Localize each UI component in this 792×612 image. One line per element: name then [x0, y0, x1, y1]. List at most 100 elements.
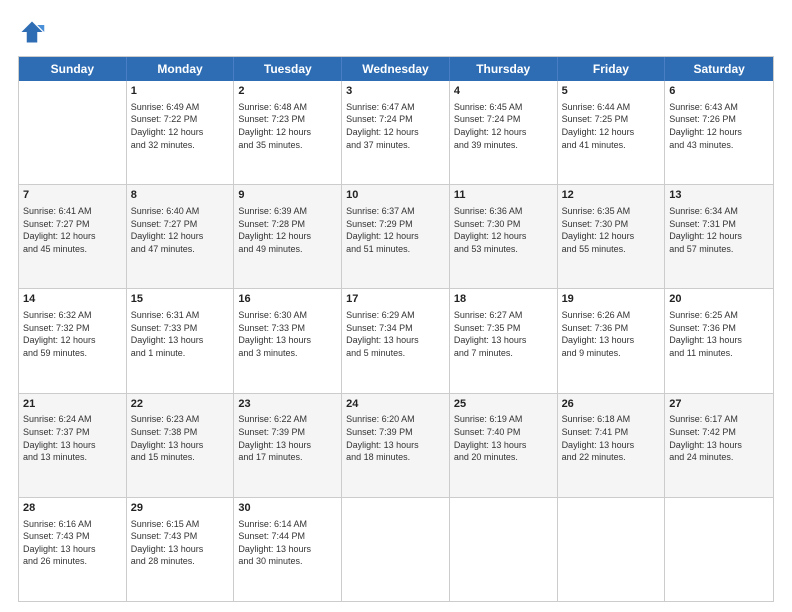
cell-info: Sunrise: 6:24 AM Sunset: 7:37 PM Dayligh…: [23, 413, 122, 463]
cal-cell-5: 5 Sunrise: 6:44 AM Sunset: 7:25 PM Daylig…: [558, 81, 666, 184]
header-cell-sunday: Sunday: [19, 57, 127, 81]
cal-cell-14: 14 Sunrise: 6:32 AM Sunset: 7:32 PM Dayli…: [19, 289, 127, 392]
calendar: SundayMondayTuesdayWednesdayThursdayFrid…: [18, 56, 774, 602]
header-cell-tuesday: Tuesday: [234, 57, 342, 81]
cal-cell-9: 9 Sunrise: 6:39 AM Sunset: 7:28 PM Daylig…: [234, 185, 342, 288]
cal-cell-12: 12 Sunrise: 6:35 AM Sunset: 7:30 PM Dayli…: [558, 185, 666, 288]
day-number: 29: [131, 501, 230, 516]
cell-info: Sunrise: 6:19 AM Sunset: 7:40 PM Dayligh…: [454, 413, 553, 463]
cal-cell-19: 19 Sunrise: 6:26 AM Sunset: 7:36 PM Dayli…: [558, 289, 666, 392]
cell-info: Sunrise: 6:48 AM Sunset: 7:23 PM Dayligh…: [238, 101, 337, 151]
day-number: 8: [131, 188, 230, 203]
header-cell-monday: Monday: [127, 57, 235, 81]
page: SundayMondayTuesdayWednesdayThursdayFrid…: [0, 0, 792, 612]
cal-cell-26: 26Sunrise: 6:18 AM Sunset: 7:41 PM Dayli…: [558, 394, 666, 497]
day-number: 26: [562, 397, 661, 412]
calendar-header-row: SundayMondayTuesdayWednesdayThursdayFrid…: [19, 57, 773, 81]
cell-info: Sunrise: 6:44 AM Sunset: 7:25 PM Dayligh…: [562, 101, 661, 151]
calendar-body: 1Sunrise: 6:49 AM Sunset: 7:22 PM Daylig…: [19, 81, 773, 601]
day-number: 4: [454, 84, 553, 99]
cal-cell-11: 11 Sunrise: 6:36 AM Sunset: 7:30 PM Dayli…: [450, 185, 558, 288]
cell-info: Sunrise: 6:31 AM Sunset: 7:33 PM Dayligh…: [131, 309, 230, 359]
cell-info: Sunrise: 6:39 AM Sunset: 7:28 PM Dayligh…: [238, 205, 337, 255]
day-number: 13: [669, 188, 769, 203]
logo-icon: [18, 18, 46, 46]
cell-info: Sunrise: 6:34 AM Sunset: 7:31 PM Dayligh…: [669, 205, 769, 255]
logo: [18, 18, 50, 46]
cell-info: Sunrise: 6:49 AM Sunset: 7:22 PM Dayligh…: [131, 101, 230, 151]
day-number: 6: [669, 84, 769, 99]
day-number: 12: [562, 188, 661, 203]
cal-cell-4: 4 Sunrise: 6:45 AM Sunset: 7:24 PM Daylig…: [450, 81, 558, 184]
cal-cell-17: 17 Sunrise: 6:29 AM Sunset: 7:34 PM Dayli…: [342, 289, 450, 392]
header-cell-thursday: Thursday: [450, 57, 558, 81]
cell-info: Sunrise: 6:22 AM Sunset: 7:39 PM Dayligh…: [238, 413, 337, 463]
day-number: 9: [238, 188, 337, 203]
day-number: 5: [562, 84, 661, 99]
day-number: 15: [131, 292, 230, 307]
cal-row-2: 14 Sunrise: 6:32 AM Sunset: 7:32 PM Dayli…: [19, 289, 773, 393]
day-number: 3: [346, 84, 445, 99]
day-number: 24: [346, 397, 445, 412]
day-number: 22: [131, 397, 230, 412]
cal-cell-10: 10Sunrise: 6:37 AM Sunset: 7:29 PM Dayli…: [342, 185, 450, 288]
day-number: 17: [346, 292, 445, 307]
cell-info: Sunrise: 6:20 AM Sunset: 7:39 PM Dayligh…: [346, 413, 445, 463]
cal-cell-25: 25Sunrise: 6:19 AM Sunset: 7:40 PM Dayli…: [450, 394, 558, 497]
cal-cell-2: 2 Sunrise: 6:48 AM Sunset: 7:23 PM Daylig…: [234, 81, 342, 184]
cal-cell-18: 18 Sunrise: 6:27 AM Sunset: 7:35 PM Dayli…: [450, 289, 558, 392]
cell-info: Sunrise: 6:16 AM Sunset: 7:43 PM Dayligh…: [23, 518, 122, 568]
cal-cell-28: 28Sunrise: 6:16 AM Sunset: 7:43 PM Dayli…: [19, 498, 127, 601]
cal-cell-empty-4-5: [558, 498, 666, 601]
cal-cell-empty-4-3: [342, 498, 450, 601]
day-number: 23: [238, 397, 337, 412]
day-number: 25: [454, 397, 553, 412]
cell-info: Sunrise: 6:40 AM Sunset: 7:27 PM Dayligh…: [131, 205, 230, 255]
cal-cell-empty-0-0: [19, 81, 127, 184]
day-number: 14: [23, 292, 122, 307]
cal-cell-3: 3 Sunrise: 6:47 AM Sunset: 7:24 PM Daylig…: [342, 81, 450, 184]
day-number: 16: [238, 292, 337, 307]
cal-row-1: 7 Sunrise: 6:41 AM Sunset: 7:27 PM Daylig…: [19, 185, 773, 289]
day-number: 27: [669, 397, 769, 412]
header-cell-saturday: Saturday: [665, 57, 773, 81]
header-cell-friday: Friday: [558, 57, 666, 81]
cal-cell-22: 22Sunrise: 6:23 AM Sunset: 7:38 PM Dayli…: [127, 394, 235, 497]
cell-info: Sunrise: 6:23 AM Sunset: 7:38 PM Dayligh…: [131, 413, 230, 463]
cal-cell-13: 13 Sunrise: 6:34 AM Sunset: 7:31 PM Dayli…: [665, 185, 773, 288]
day-number: 18: [454, 292, 553, 307]
cell-info: Sunrise: 6:15 AM Sunset: 7:43 PM Dayligh…: [131, 518, 230, 568]
day-number: 11: [454, 188, 553, 203]
cell-info: Sunrise: 6:29 AM Sunset: 7:34 PM Dayligh…: [346, 309, 445, 359]
cal-row-3: 21Sunrise: 6:24 AM Sunset: 7:37 PM Dayli…: [19, 394, 773, 498]
cell-info: Sunrise: 6:45 AM Sunset: 7:24 PM Dayligh…: [454, 101, 553, 151]
header-cell-wednesday: Wednesday: [342, 57, 450, 81]
cell-info: Sunrise: 6:27 AM Sunset: 7:35 PM Dayligh…: [454, 309, 553, 359]
cal-cell-20: 20Sunrise: 6:25 AM Sunset: 7:36 PM Dayli…: [665, 289, 773, 392]
cal-cell-7: 7 Sunrise: 6:41 AM Sunset: 7:27 PM Daylig…: [19, 185, 127, 288]
cal-cell-15: 15 Sunrise: 6:31 AM Sunset: 7:33 PM Dayli…: [127, 289, 235, 392]
cal-cell-6: 6 Sunrise: 6:43 AM Sunset: 7:26 PM Daylig…: [665, 81, 773, 184]
cell-info: Sunrise: 6:36 AM Sunset: 7:30 PM Dayligh…: [454, 205, 553, 255]
cell-info: Sunrise: 6:43 AM Sunset: 7:26 PM Dayligh…: [669, 101, 769, 151]
cell-info: Sunrise: 6:18 AM Sunset: 7:41 PM Dayligh…: [562, 413, 661, 463]
day-number: 19: [562, 292, 661, 307]
cell-info: Sunrise: 6:47 AM Sunset: 7:24 PM Dayligh…: [346, 101, 445, 151]
cal-cell-30: 30Sunrise: 6:14 AM Sunset: 7:44 PM Dayli…: [234, 498, 342, 601]
cal-cell-8: 8 Sunrise: 6:40 AM Sunset: 7:27 PM Daylig…: [127, 185, 235, 288]
cell-info: Sunrise: 6:32 AM Sunset: 7:32 PM Dayligh…: [23, 309, 122, 359]
cal-cell-16: 16 Sunrise: 6:30 AM Sunset: 7:33 PM Dayli…: [234, 289, 342, 392]
cell-info: Sunrise: 6:35 AM Sunset: 7:30 PM Dayligh…: [562, 205, 661, 255]
header: [18, 18, 774, 46]
day-number: 7: [23, 188, 122, 203]
cell-info: Sunrise: 6:26 AM Sunset: 7:36 PM Dayligh…: [562, 309, 661, 359]
cal-cell-empty-4-4: [450, 498, 558, 601]
cell-info: Sunrise: 6:17 AM Sunset: 7:42 PM Dayligh…: [669, 413, 769, 463]
cell-info: Sunrise: 6:30 AM Sunset: 7:33 PM Dayligh…: [238, 309, 337, 359]
cell-info: Sunrise: 6:41 AM Sunset: 7:27 PM Dayligh…: [23, 205, 122, 255]
cal-cell-21: 21Sunrise: 6:24 AM Sunset: 7:37 PM Dayli…: [19, 394, 127, 497]
cal-row-0: 1Sunrise: 6:49 AM Sunset: 7:22 PM Daylig…: [19, 81, 773, 185]
cal-cell-24: 24Sunrise: 6:20 AM Sunset: 7:39 PM Dayli…: [342, 394, 450, 497]
cal-row-4: 28Sunrise: 6:16 AM Sunset: 7:43 PM Dayli…: [19, 498, 773, 601]
day-number: 2: [238, 84, 337, 99]
